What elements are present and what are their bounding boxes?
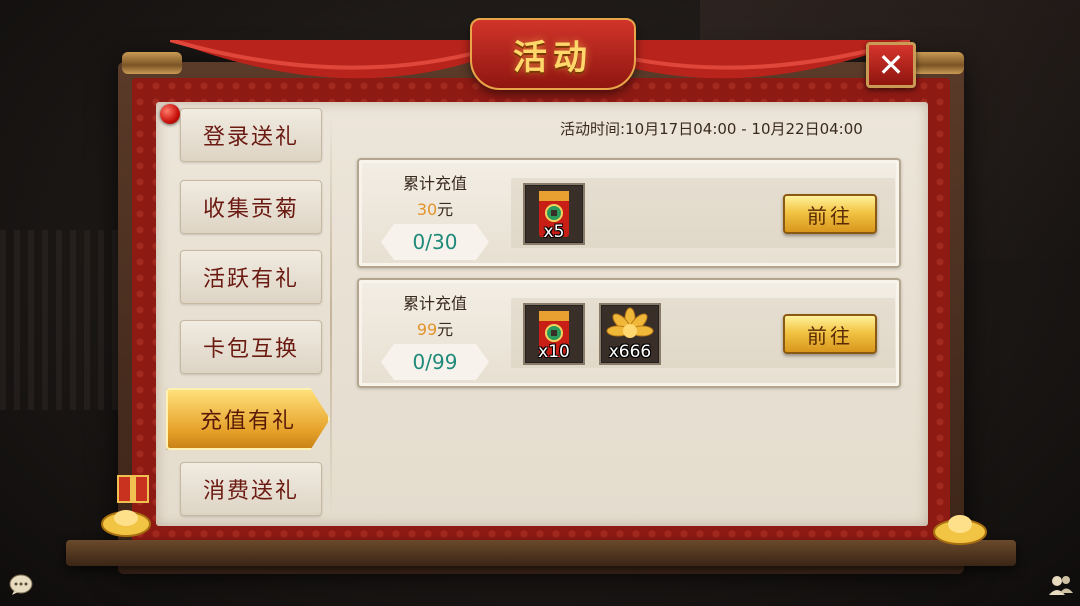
event-time: 活动时间:10月17日04:00 - 10月22日04:00 [560, 120, 863, 138]
gold-ingot-icon [933, 515, 987, 545]
notification-dot [160, 104, 180, 124]
progress-indicator: 0/99 [381, 344, 489, 380]
tab-collect-chrysanthemum[interactable]: 收集贡菊 [180, 180, 322, 234]
chat-icon[interactable] [8, 572, 34, 598]
item-quantity: x666 [608, 342, 652, 362]
reward-label: 累计充值 [402, 174, 467, 193]
reward-info: 累计充值 99元 0/99 [379, 290, 491, 380]
item-quantity: x10 [538, 342, 570, 362]
item-quantity: x5 [543, 222, 565, 242]
title-banner: 活动 [470, 18, 636, 90]
item-slot[interactable]: x666 [599, 303, 661, 365]
tab-label: 充值有礼 [199, 409, 296, 434]
reward-card-30: 累计充值 30元 0/30 x5 前往 [357, 158, 901, 268]
tab-label: 卡包互换 [202, 337, 299, 362]
tab-active-gift[interactable]: 活跃有礼 [180, 250, 322, 304]
amount-unit: 元 [437, 200, 454, 219]
tab-label: 登录送礼 [202, 125, 299, 150]
tab-login-gift[interactable]: 登录送礼 [180, 108, 322, 162]
amount-value: 30 [416, 200, 438, 219]
sidebar-divider [330, 112, 332, 520]
progress-indicator: 0/30 [381, 224, 489, 260]
amount-value: 99 [416, 320, 438, 339]
go-button[interactable]: 前往 [783, 314, 877, 354]
reward-amount: 30元 [379, 196, 491, 220]
tab-spend-gift[interactable]: 消费送礼 [180, 462, 322, 516]
reward-info: 累计充值 30元 0/30 [379, 170, 491, 260]
go-button[interactable]: 前往 [783, 194, 877, 234]
amount-unit: 元 [437, 320, 454, 339]
page-title: 活动 [513, 37, 593, 78]
item-slot[interactable]: x10 [523, 303, 585, 365]
reward-amount: 99元 [379, 316, 491, 340]
friends-icon[interactable] [1048, 572, 1074, 598]
reward-card-99: 累计充值 99元 0/99 x10 x666 前往 [357, 278, 901, 388]
close-button[interactable]: ✕ [866, 42, 916, 88]
gift-box-gold-icon [101, 475, 151, 537]
item-slot[interactable]: x5 [523, 183, 585, 245]
tab-card-exchange[interactable]: 卡包互换 [180, 320, 322, 374]
tab-label: 收集贡菊 [202, 197, 299, 222]
tab-recharge-gift[interactable]: 充值有礼 [166, 388, 330, 450]
tab-label: 消费送礼 [202, 479, 299, 504]
reward-label: 累计充值 [402, 294, 467, 313]
close-icon: ✕ [877, 46, 905, 84]
scroll-bottom-rod [66, 540, 1016, 566]
tab-label: 活跃有礼 [202, 267, 299, 292]
